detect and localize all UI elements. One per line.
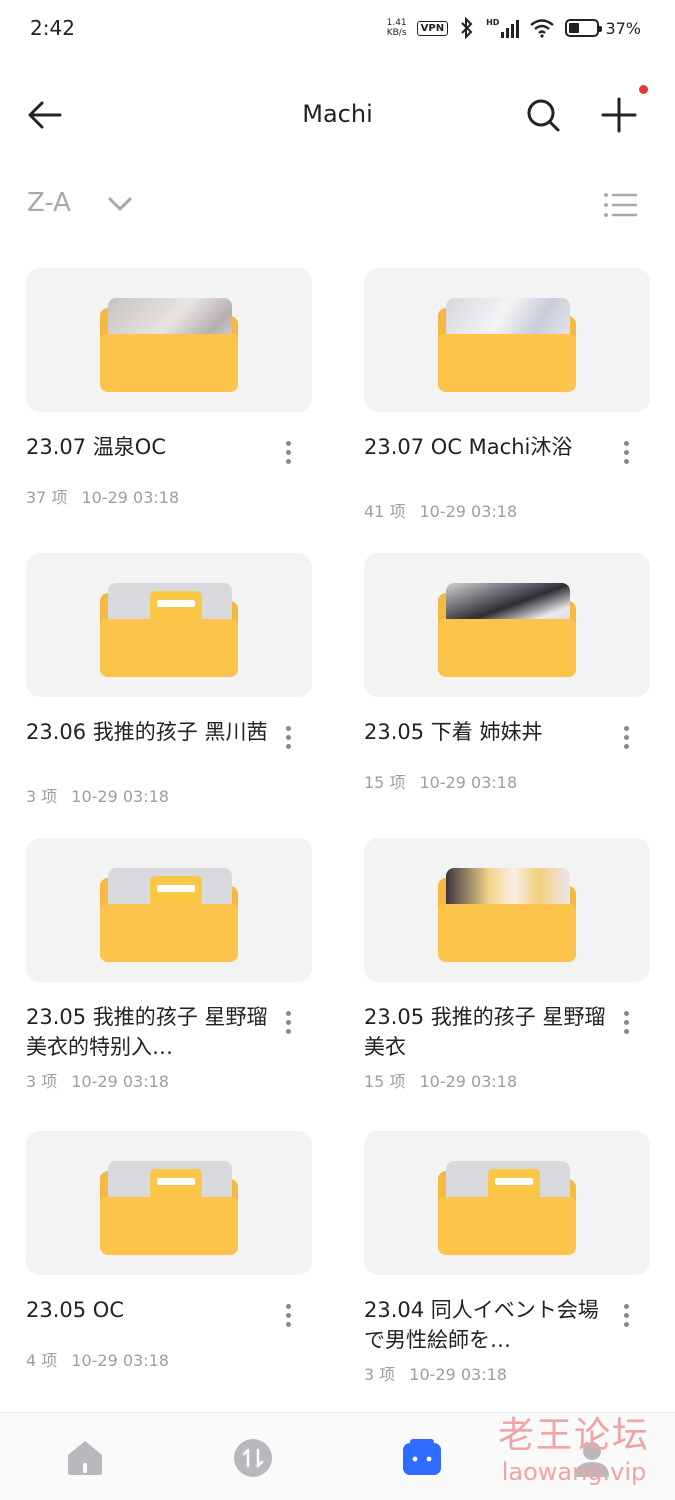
network-speed-value: 1.41 <box>386 18 407 28</box>
folder-date: 10-29 03:18 <box>419 773 518 792</box>
folder-name[interactable]: 23.05 OC <box>26 1295 276 1325</box>
folder-item-count: 41 项 <box>364 502 406 521</box>
more-options-icon[interactable] <box>616 1008 636 1042</box>
more-options-icon[interactable] <box>616 1301 636 1335</box>
folder-date: 10-29 03:18 <box>71 1072 169 1091</box>
battery-percent: 37% <box>605 18 641 38</box>
folder-name[interactable]: 23.06 我推的孩子 黑川茜 <box>26 717 276 747</box>
battery-icon <box>565 19 603 37</box>
folder-thumbnail[interactable] <box>364 268 650 412</box>
folder-meta: 3 项 10-29 03:18 <box>26 1068 169 1092</box>
folder-thumbnail[interactable] <box>364 1131 650 1275</box>
vpn-icon: VPN <box>416 20 449 36</box>
more-options-icon[interactable] <box>278 1008 298 1042</box>
folder-item-count: 15 项 <box>364 1072 406 1091</box>
folder-name[interactable]: 23.05 我推的孩子 星野瑠美衣的特别入… <box>26 1002 276 1062</box>
folder-date: 10-29 03:18 <box>71 787 169 806</box>
wifi-icon <box>530 19 555 38</box>
search-icon[interactable] <box>522 94 564 136</box>
folder-name[interactable]: 23.05 我推的孩子 星野瑠美衣 <box>364 1002 614 1062</box>
folder-thumbnail[interactable] <box>26 1131 312 1275</box>
sort-order-label[interactable]: Z-A <box>27 188 71 218</box>
folder-icon <box>438 296 576 392</box>
folder-item-count: 3 项 <box>364 1365 396 1384</box>
folder-date: 10-29 03:18 <box>71 1351 169 1370</box>
folder-icon <box>100 866 238 962</box>
chevron-down-icon[interactable] <box>106 192 134 216</box>
folder-thumbnail[interactable] <box>26 838 312 982</box>
folder-icon <box>438 581 576 677</box>
bluetooth-icon <box>461 17 473 39</box>
watermark-en: laowang.vip <box>501 1458 647 1486</box>
app-header: Machi <box>0 78 675 152</box>
folder-icon <box>100 1159 238 1255</box>
folder-thumbnail[interactable] <box>26 268 312 412</box>
folder-date: 10-29 03:18 <box>419 1072 518 1091</box>
transfer-icon[interactable] <box>232 1437 274 1479</box>
status-time: 2:42 <box>30 16 75 40</box>
sort-bar: Z-A <box>0 180 675 230</box>
signal-icon: HD <box>486 18 520 38</box>
folder-item-count: 15 项 <box>364 773 406 792</box>
battery-indicator: 37% <box>565 19 641 38</box>
watermark: 老王论坛 laowang.vip <box>484 1414 664 1494</box>
files-icon[interactable] <box>401 1437 443 1479</box>
folder-name[interactable]: 23.04 同人イベント会場で男性絵師を… <box>364 1295 614 1355</box>
folder-item-count: 37 项 <box>26 488 68 507</box>
network-speed: 1.41 KB/s <box>387 18 407 38</box>
network-speed-unit: KB/s <box>386 28 407 38</box>
folder-icon <box>100 296 238 392</box>
folder-name[interactable]: 23.05 下着 姉妹丼 <box>364 717 614 747</box>
more-options-icon[interactable] <box>616 438 636 472</box>
folder-icon <box>438 1159 576 1255</box>
status-icons: 1.41 KB/s VPN HD 37% <box>387 17 641 39</box>
folder-item-count: 3 项 <box>26 787 58 806</box>
status-bar: 2:42 1.41 KB/s VPN HD 37% <box>0 0 675 62</box>
folder-meta: 4 项 10-29 03:18 <box>26 1347 169 1371</box>
folder-item-count: 3 项 <box>26 1072 58 1091</box>
folder-meta: 3 项 10-29 03:18 <box>26 783 169 807</box>
folder-date: 10-29 03:18 <box>419 502 518 521</box>
folder-thumbnail[interactable] <box>364 553 650 697</box>
folder-name[interactable]: 23.07 OC Machi沐浴 <box>364 432 614 462</box>
list-view-icon[interactable] <box>602 188 638 222</box>
folder-item-count: 4 项 <box>26 1351 58 1370</box>
more-options-icon[interactable] <box>278 1301 298 1335</box>
folder-meta: 15 项 10-29 03:18 <box>364 769 517 793</box>
folder-date: 10-29 03:18 <box>81 488 180 507</box>
folder-meta: 15 项 10-29 03:18 <box>364 1068 517 1092</box>
notification-dot <box>639 85 648 94</box>
folder-thumbnail[interactable] <box>26 553 312 697</box>
folder-icon <box>438 866 576 962</box>
add-icon[interactable] <box>598 94 640 136</box>
folder-name[interactable]: 23.07 温泉OC <box>26 432 276 462</box>
folder-meta: 37 项 10-29 03:18 <box>26 484 179 508</box>
home-icon[interactable] <box>64 1437 106 1479</box>
folder-date: 10-29 03:18 <box>409 1365 507 1384</box>
signal-hd-label: HD <box>486 18 500 27</box>
watermark-cn: 老王论坛 <box>497 1415 650 1456</box>
page-title: Machi <box>302 100 373 128</box>
more-options-icon[interactable] <box>616 723 636 757</box>
folder-thumbnail[interactable] <box>364 838 650 982</box>
folder-meta: 3 项 10-29 03:18 <box>364 1361 507 1385</box>
folder-meta: 41 项 10-29 03:18 <box>364 498 517 522</box>
more-options-icon[interactable] <box>278 723 298 757</box>
folder-icon <box>100 581 238 677</box>
more-options-icon[interactable] <box>278 438 298 472</box>
